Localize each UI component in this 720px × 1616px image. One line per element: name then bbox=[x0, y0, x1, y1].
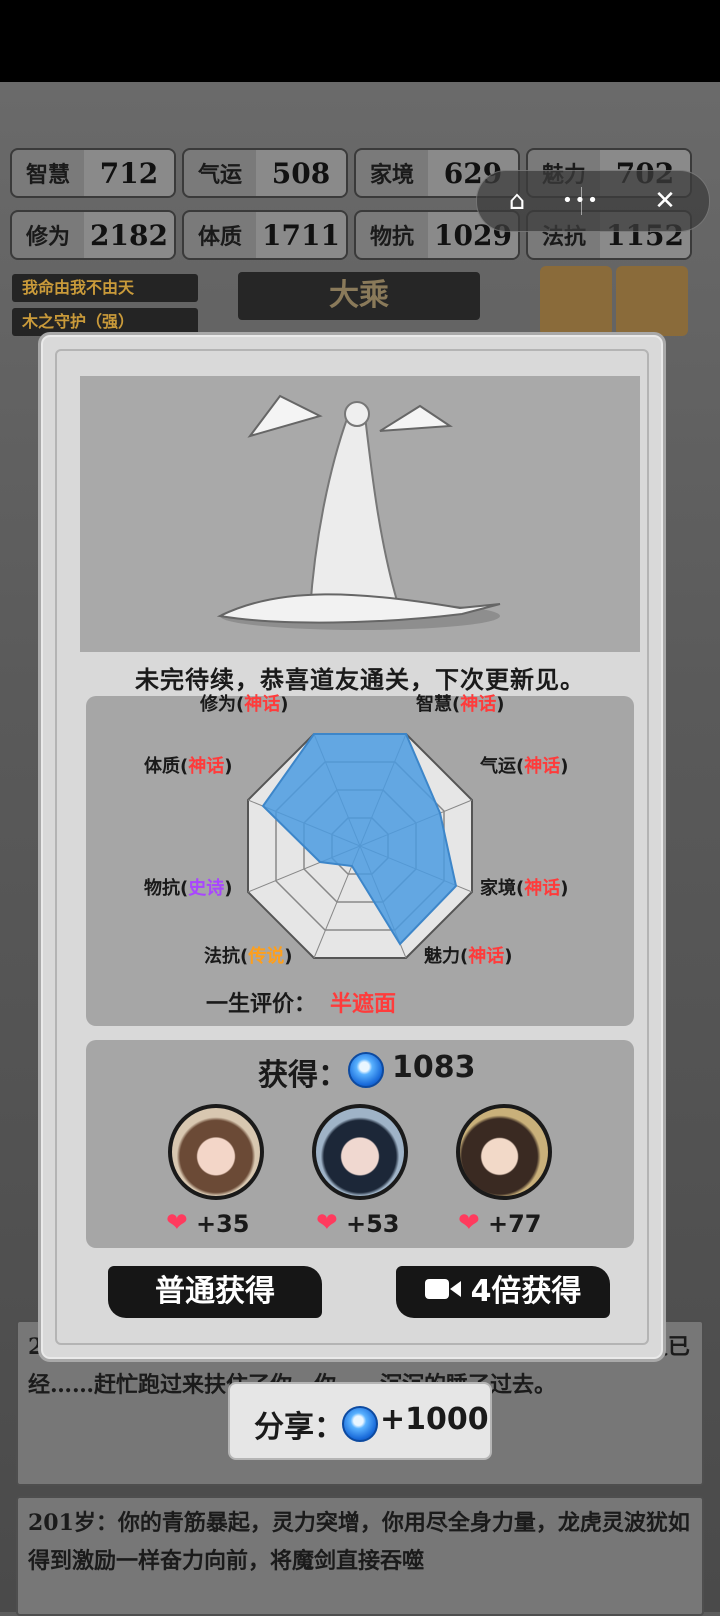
radar-grade: 神话 bbox=[244, 694, 281, 715]
normal-claim-label: 普通获得 bbox=[155, 1274, 275, 1309]
radar-label-magic-resist: 法抗(传说) bbox=[204, 946, 293, 967]
companion-avatar bbox=[168, 1104, 264, 1200]
ending-message: 未完待续，恭喜道友通关，下次更新见。 bbox=[135, 666, 585, 694]
companion-avatar bbox=[456, 1104, 552, 1200]
radar-label-family: 家境(神话) bbox=[480, 878, 569, 899]
trait-tag: 我命由我不由天 bbox=[12, 274, 198, 302]
stat-label: 气运 bbox=[197, 163, 242, 188]
radar-attr: 修为 bbox=[200, 694, 236, 715]
radar-label-wisdom: 智慧(神话) bbox=[416, 694, 505, 715]
stat-label: 家境 bbox=[369, 163, 414, 188]
favor-gain: +77 bbox=[488, 1210, 542, 1238]
ending-illustration bbox=[80, 376, 640, 652]
stat-physique: 体质 1711 bbox=[182, 210, 348, 260]
heart-icon: ❤ bbox=[458, 1208, 480, 1238]
radar-label-cultivation: 修为(神话) bbox=[200, 694, 289, 715]
radar-attr: 智慧 bbox=[416, 694, 452, 715]
item-slot[interactable] bbox=[540, 266, 612, 336]
favor-gain: +35 bbox=[196, 1210, 250, 1238]
obtain-amount: 1083 bbox=[392, 1050, 476, 1085]
radar-grade: 神话 bbox=[524, 756, 561, 777]
normal-claim-button[interactable]: 普通获得 bbox=[108, 1266, 322, 1318]
radar-attr: 体质 bbox=[144, 756, 180, 777]
radar-grade: 神话 bbox=[524, 878, 561, 899]
radar-label-charm: 魅力(神话) bbox=[424, 946, 513, 967]
stat-label: 物抗 bbox=[369, 225, 414, 250]
lifetime-evaluation-label: 一生评价： bbox=[206, 992, 317, 1017]
share-button[interactable]: 分享： +1000 bbox=[228, 1382, 492, 1460]
radar-grade: 神话 bbox=[460, 694, 497, 715]
stat-value: 712 bbox=[84, 150, 174, 196]
companion-avatar bbox=[312, 1104, 408, 1200]
realm-title: 大乘 bbox=[238, 272, 480, 320]
video-4x-claim-button[interactable]: 4倍获得 bbox=[396, 1266, 610, 1318]
stat-cultivation: 修为 2182 bbox=[10, 210, 176, 260]
attribute-radar-panel bbox=[86, 696, 634, 1026]
close-icon: ✕ bbox=[654, 186, 676, 216]
item-slot[interactable] bbox=[616, 266, 688, 336]
stat-value: 1711 bbox=[256, 212, 346, 258]
lifetime-evaluation-value: 半遮面 bbox=[330, 992, 397, 1017]
video-icon bbox=[424, 1267, 461, 1319]
radar-attr: 魅力 bbox=[424, 946, 460, 967]
log-entry: 201岁：你的青筋暴起，灵力突增，你用尽全身力量，龙虎灵波犹如得到激励一样奋力向… bbox=[16, 1496, 704, 1616]
radar-attr: 家境 bbox=[480, 878, 516, 899]
status-bar bbox=[0, 0, 720, 82]
stat-luck: 气运 508 bbox=[182, 148, 348, 198]
video-claim-label: 4倍获得 bbox=[470, 1274, 582, 1309]
home-button[interactable]: ⌂ bbox=[485, 171, 549, 231]
share-reward: +1000 bbox=[380, 1402, 489, 1437]
spirit-stone-icon bbox=[342, 1406, 378, 1442]
radar-grade: 神话 bbox=[188, 756, 225, 777]
radar-label-physique: 体质(神话) bbox=[144, 756, 233, 777]
radar-grade: 神话 bbox=[468, 946, 505, 967]
radar-attr: 法抗 bbox=[204, 946, 240, 967]
radar-grade: 传说 bbox=[248, 946, 285, 967]
miniapp-capsule: ⌂ ••• ✕ bbox=[476, 170, 710, 232]
obtain-label: 获得： bbox=[258, 1058, 348, 1093]
stat-value: 2182 bbox=[84, 212, 174, 258]
heart-icon: ❤ bbox=[166, 1208, 188, 1238]
radar-chart bbox=[247, 733, 473, 959]
stat-label: 体质 bbox=[197, 225, 242, 250]
heart-icon: ❤ bbox=[316, 1208, 338, 1238]
log-text: 201岁：你的青筋暴起，灵力突增，你用尽全身力量，龙虎灵波犹如得到激励一样奋力向… bbox=[28, 1510, 690, 1574]
radar-grade: 史诗 bbox=[188, 878, 225, 899]
close-button[interactable]: ✕ bbox=[633, 171, 697, 231]
radar-label-luck: 气运(神话) bbox=[480, 756, 569, 777]
immortal-crane-image bbox=[216, 394, 501, 630]
share-label: 分享： bbox=[254, 1410, 344, 1445]
radar-label-phys-resist: 物抗(史诗) bbox=[144, 878, 233, 899]
home-icon: ⌂ bbox=[508, 186, 526, 216]
stat-wisdom: 智慧 712 bbox=[10, 148, 176, 198]
radar-attr: 气运 bbox=[480, 756, 516, 777]
stat-label: 智慧 bbox=[25, 163, 70, 188]
spirit-stone-icon bbox=[348, 1052, 384, 1088]
stat-label: 修为 bbox=[25, 225, 70, 250]
stat-value: 508 bbox=[256, 150, 346, 196]
capsule-divider bbox=[581, 187, 582, 215]
favor-gain: +53 bbox=[346, 1210, 400, 1238]
radar-attr: 物抗 bbox=[144, 878, 180, 899]
